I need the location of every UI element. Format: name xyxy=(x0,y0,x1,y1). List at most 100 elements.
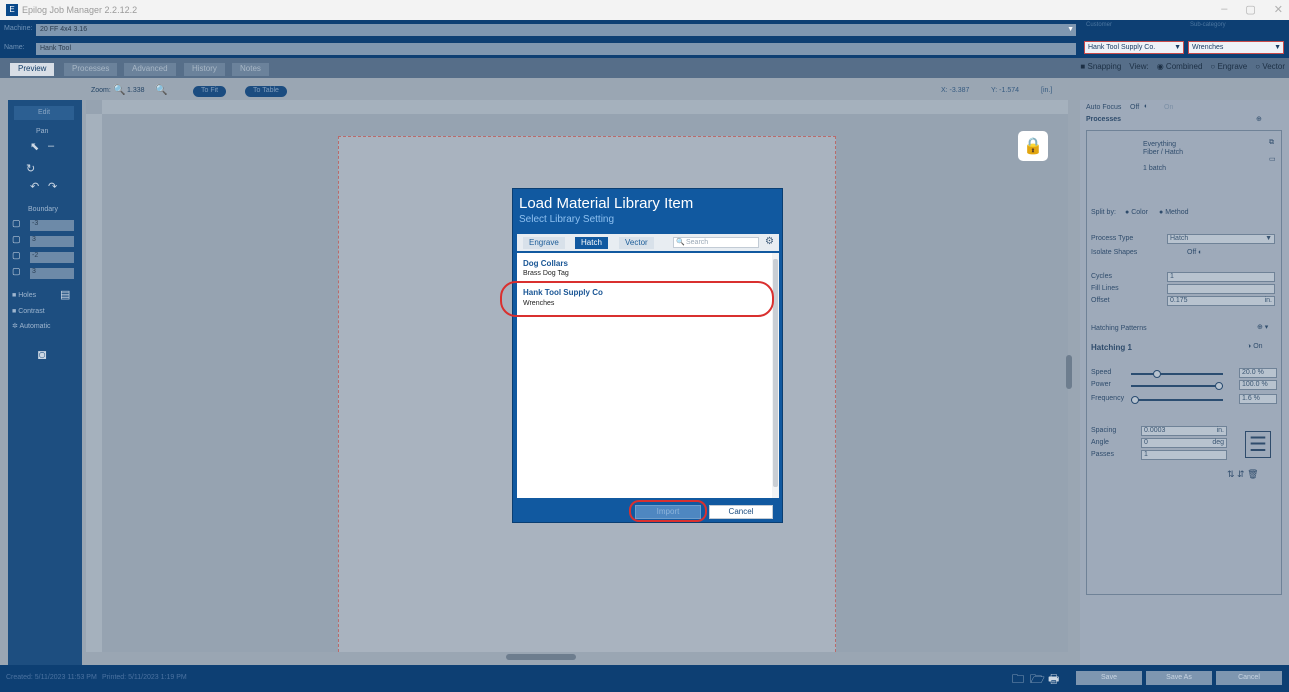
close-window-button[interactable]: ✕ xyxy=(1274,3,1283,16)
power-input[interactable]: 100.0 % xyxy=(1239,380,1277,390)
customer-select[interactable]: Hank Tool Supply Co. ▼ xyxy=(1084,41,1184,54)
boundary-input-4[interactable]: 3 xyxy=(30,268,74,279)
maximize-button[interactable]: ▢ xyxy=(1245,3,1255,16)
subcategory-select[interactable]: Wrenches ▼ xyxy=(1188,41,1284,54)
view-combined-radio[interactable]: ◉ Combined xyxy=(1157,62,1203,71)
spacing-input[interactable]: 0.0003 in. xyxy=(1141,426,1227,436)
tab-history[interactable]: History xyxy=(184,63,225,76)
add-pattern-icon[interactable]: ⊕ ▾ xyxy=(1257,323,1268,331)
open-file-icon[interactable]: 🗀 xyxy=(1012,670,1024,691)
fill-lines-label: Fill Lines xyxy=(1091,285,1119,292)
tab-advanced[interactable]: Advanced xyxy=(124,63,176,76)
right-settings-panel: Auto Focus Off ◐ On Processes ⊕ Everythi… xyxy=(1080,100,1289,665)
speed-input[interactable]: 20.0 % xyxy=(1239,368,1277,378)
lock-icon[interactable]: 🔒 xyxy=(1018,131,1048,161)
window-controls: – ▢ ✕ xyxy=(1221,3,1283,16)
created-timestamp: Created: 5/11/2023 11:53 PM xyxy=(6,674,97,681)
holes-checkbox[interactable]: ■ Holes xyxy=(12,292,36,299)
search-placeholder: Search xyxy=(686,239,709,246)
power-slider-knob[interactable] xyxy=(1215,382,1223,390)
spacing-unit: in. xyxy=(1216,427,1224,434)
search-icon: 🔍 xyxy=(676,239,685,246)
save-button[interactable]: Save xyxy=(1076,671,1142,685)
boundary-input-1[interactable]: -3 xyxy=(30,220,74,231)
offset-input[interactable]: 0.175 in. xyxy=(1167,296,1275,306)
vertical-scroll-thumb[interactable] xyxy=(1066,355,1072,389)
cancel-button[interactable]: Cancel xyxy=(709,505,773,519)
folder-icon[interactable]: ▭ xyxy=(1269,155,1276,163)
minimize-button[interactable]: – xyxy=(1221,3,1227,16)
boundary-input-3[interactable]: -2 xyxy=(30,252,74,263)
isolate-shapes-toggle[interactable]: Off ◐ xyxy=(1187,249,1202,256)
snapping-checkbox[interactable]: ■ Snapping xyxy=(1080,62,1121,71)
tab-processes[interactable]: Processes xyxy=(64,63,118,76)
group-dog-collars[interactable]: Dog Collars xyxy=(523,259,568,268)
machine-label: Machine: xyxy=(4,25,33,32)
process-name[interactable]: Everything xyxy=(1143,141,1176,148)
dash-icon[interactable]: – xyxy=(48,140,54,152)
zoom-in-icon[interactable]: 🔍 xyxy=(155,85,167,96)
split-method-radio[interactable]: ● Method xyxy=(1159,209,1189,216)
power-slider[interactable] xyxy=(1131,385,1223,387)
hatching-1-toggle[interactable]: ◑ On xyxy=(1247,343,1263,350)
angle-input[interactable]: 0 deg xyxy=(1141,438,1227,448)
boundary-input-2[interactable]: 3 xyxy=(30,236,74,247)
job-name-input[interactable]: Hank Tool xyxy=(36,43,1076,55)
to-fit-button[interactable]: To Fit xyxy=(193,86,227,97)
folder-open-icon[interactable]: 🗁 xyxy=(1030,670,1045,691)
copy-icon[interactable]: ⧉ xyxy=(1269,139,1274,147)
tab-vector[interactable]: Vector xyxy=(619,237,654,249)
tab-engrave[interactable]: Engrave xyxy=(523,237,565,249)
horizontal-scroll-thumb[interactable] xyxy=(506,654,576,660)
save-as-button[interactable]: Save As xyxy=(1146,671,1212,685)
undo-icon[interactable]: ↶ xyxy=(30,180,39,193)
auto-focus-toggle[interactable]: ◐ xyxy=(1144,103,1148,110)
frequency-input[interactable]: 1.6 % xyxy=(1239,394,1277,404)
frequency-slider[interactable] xyxy=(1131,399,1223,401)
save-icon[interactable]: ▤ xyxy=(60,288,70,301)
add-process-icon[interactable]: ⊕ xyxy=(1256,115,1262,123)
camera-icon[interactable]: ◙ xyxy=(38,346,46,362)
tab-preview[interactable]: Preview xyxy=(10,63,55,76)
view-engrave-radio[interactable]: ○ Engrave xyxy=(1210,62,1247,71)
speed-slider[interactable] xyxy=(1131,373,1223,375)
print-icon[interactable]: 🖶 xyxy=(1048,670,1059,691)
library-search-input[interactable]: 🔍 Search xyxy=(673,237,759,248)
tab-hatch[interactable]: Hatch xyxy=(575,237,608,249)
to-table-button[interactable]: To Table xyxy=(245,86,287,97)
pointer-icon[interactable]: ⬉ xyxy=(30,140,39,153)
cycles-input[interactable]: 1 xyxy=(1167,272,1275,282)
redo-icon[interactable]: ↷ xyxy=(48,180,57,193)
edit-button[interactable]: Edit xyxy=(14,106,74,120)
passes-input[interactable]: 1 xyxy=(1141,450,1227,460)
sort-icons[interactable]: ⇅ ⇵ 🗑 xyxy=(1227,469,1259,480)
horizontal-scrollbar[interactable] xyxy=(102,652,1068,662)
view-label: View: xyxy=(1129,62,1149,71)
machine-select[interactable]: 20 FF 4x4 3.16 ▼ xyxy=(36,24,1076,36)
split-color-radio[interactable]: ● Color xyxy=(1125,209,1148,216)
isolate-off-label: Off xyxy=(1187,249,1197,256)
machine-row: Machine: 20 FF 4x4 3.16 ▼ Customer Sub-c… xyxy=(0,20,1289,39)
tab-notes[interactable]: Notes xyxy=(232,63,269,76)
customer-value: Hank Tool Supply Co. xyxy=(1088,44,1156,51)
vertical-scrollbar[interactable] xyxy=(1066,130,1072,650)
item-brass-dog-tag[interactable]: Brass Dog Tag xyxy=(523,270,569,277)
process-type-select[interactable]: Hatch ▼ xyxy=(1167,234,1275,244)
frequency-slider-knob[interactable] xyxy=(1131,396,1139,404)
list-scrollbar[interactable] xyxy=(772,253,779,498)
automatic-option[interactable]: ✲ Automatic xyxy=(12,322,51,330)
fill-lines-input[interactable] xyxy=(1167,284,1275,294)
speed-slider-knob[interactable] xyxy=(1153,370,1161,378)
contrast-checkbox[interactable]: ■ Contrast xyxy=(12,308,45,315)
zoom-label: Zoom: xyxy=(91,87,111,94)
gear-icon[interactable]: ⚙ xyxy=(765,236,774,247)
rotate-icon[interactable]: ↻ xyxy=(26,162,35,175)
zoom-value[interactable]: 1.338 xyxy=(127,87,145,94)
hatch-pattern-icon[interactable]: ☰ xyxy=(1245,431,1271,458)
cancel-job-button[interactable]: Cancel xyxy=(1216,671,1282,685)
view-vector-radio[interactable]: ○ Vector xyxy=(1255,62,1285,71)
offset-unit: in. xyxy=(1264,297,1272,304)
engrave-label: Engrave xyxy=(1217,62,1248,71)
zoom-out-icon[interactable]: 🔍 xyxy=(113,85,125,96)
cycles-label: Cycles xyxy=(1091,273,1113,280)
